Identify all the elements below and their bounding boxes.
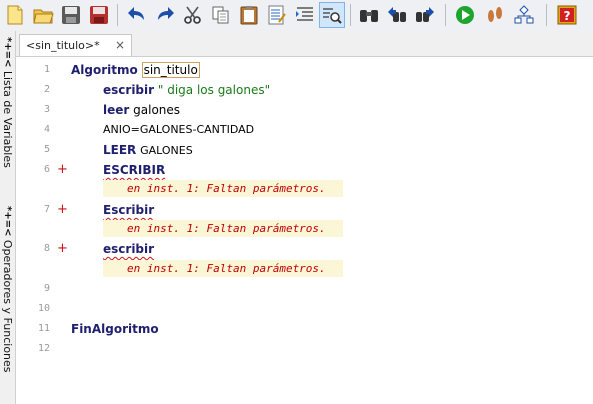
line-number: 11 xyxy=(37,323,50,334)
run-button[interactable] xyxy=(452,2,478,28)
toolbar-separator xyxy=(350,4,351,26)
find-button[interactable] xyxy=(319,2,345,28)
close-icon[interactable]: × xyxy=(115,38,125,52)
toolbar-separator xyxy=(117,4,118,26)
side-panel-strip: *+=< Lista de Variables *+=< Operadores … xyxy=(0,31,16,404)
keyword: leer xyxy=(103,103,130,117)
code-line: FinAlgoritmo xyxy=(71,321,159,337)
find-next-icon xyxy=(416,7,434,22)
code-line: ANIO=GALONES-CANTIDAD xyxy=(103,123,255,136)
undo-icon xyxy=(128,7,144,20)
copy-button[interactable] xyxy=(208,2,234,28)
indent-button[interactable] xyxy=(292,2,318,28)
run-icon xyxy=(456,6,474,24)
find-previous-icon xyxy=(388,7,406,22)
edit-list-icon xyxy=(268,5,286,25)
algorithm-name: sin_titulo xyxy=(141,62,200,78)
line-number: 6 xyxy=(43,164,50,175)
cut-button[interactable] xyxy=(180,2,206,28)
code-line: Algoritmo sin_titulo xyxy=(71,62,200,78)
code-editor[interactable]: 1 2 3 4 5 6 7 8 9 10 11 12 + + + Algorit… xyxy=(16,57,593,404)
variables-tab-label: Lista de Variables xyxy=(1,70,14,168)
paste-button[interactable] xyxy=(236,2,262,28)
line-number: 3 xyxy=(43,104,50,115)
line-number: 4 xyxy=(43,124,50,135)
code-line: leer galones xyxy=(103,102,180,118)
keyword: FinAlgoritmo xyxy=(71,322,159,336)
save-icon xyxy=(62,6,80,24)
operators-panel-tab[interactable]: *+=< Operadores y Funciones xyxy=(0,206,15,404)
keyword: escribir xyxy=(103,83,155,97)
save-as-icon xyxy=(90,6,108,24)
error-marker-icon[interactable]: + xyxy=(57,163,68,177)
string-literal: " diga los galones" xyxy=(157,83,271,97)
edit-list-button[interactable] xyxy=(264,2,290,28)
line-number: 8 xyxy=(43,243,50,254)
operators-tab-symbol: *+=< xyxy=(2,206,13,237)
find-next-button[interactable] xyxy=(412,2,438,28)
open-folder-icon xyxy=(33,9,54,24)
copy-icon xyxy=(212,6,229,24)
save-as-button[interactable] xyxy=(86,2,112,28)
keyword-with-error: escribir xyxy=(103,242,155,256)
undo-button[interactable] xyxy=(124,2,150,28)
step-button[interactable] xyxy=(482,2,508,28)
line-number: 10 xyxy=(37,303,50,314)
identifier: galones xyxy=(133,103,181,117)
flowchart-icon xyxy=(514,5,534,24)
line-number: 5 xyxy=(43,144,50,155)
keyword-with-error: Escribir xyxy=(103,203,155,217)
document-tabbar: <sin_titulo>* × xyxy=(16,31,593,57)
error-marker-icon[interactable]: + xyxy=(57,242,68,256)
save-button[interactable] xyxy=(58,2,84,28)
error-annotation: en inst. 1: Faltan parámetros. xyxy=(103,180,343,197)
help-button[interactable]: ? xyxy=(554,2,580,28)
line-number: 1 xyxy=(43,64,50,75)
variables-tab-symbol: *+=< xyxy=(2,37,13,68)
identifier: GALONES xyxy=(140,144,193,157)
line-number: 2 xyxy=(43,84,50,95)
svg-text:?: ? xyxy=(564,9,571,23)
find-previous-button[interactable] xyxy=(384,2,410,28)
line-number: 7 xyxy=(43,204,50,215)
find-binoculars-button[interactable] xyxy=(356,2,382,28)
tab-title: <sin_titulo>* xyxy=(26,39,100,52)
keyword: LEER xyxy=(103,143,137,157)
main-toolbar: ? xyxy=(0,0,593,31)
code-line: ESCRIBIR xyxy=(103,162,165,178)
line-number-gutter: 1 2 3 4 5 6 7 8 9 10 11 12 xyxy=(16,57,56,404)
flowchart-button[interactable] xyxy=(511,2,537,28)
tab-sin-titulo[interactable]: <sin_titulo>* × xyxy=(19,34,132,56)
error-annotation: en inst. 1: Faltan parámetros. xyxy=(103,220,343,237)
error-annotation: en inst. 1: Faltan parámetros. xyxy=(103,260,343,277)
open-button[interactable] xyxy=(30,2,56,28)
step-icon xyxy=(488,7,502,22)
line-number: 9 xyxy=(43,283,50,294)
error-marker-icon[interactable]: + xyxy=(57,203,68,217)
variables-panel-tab[interactable]: *+=< Lista de Variables xyxy=(0,37,15,197)
cut-icon xyxy=(184,6,201,24)
code-line: LEER GALONES xyxy=(103,142,193,159)
paste-icon xyxy=(240,6,258,25)
redo-icon xyxy=(158,7,174,20)
line-number: 12 xyxy=(37,343,50,354)
redo-button[interactable] xyxy=(152,2,178,28)
binoculars-icon xyxy=(360,10,378,22)
find-icon xyxy=(323,8,342,24)
new-file-icon xyxy=(7,5,23,25)
code-line: Escribir xyxy=(103,202,154,218)
keyword-with-error: ESCRIBIR xyxy=(103,163,166,177)
code-line: escribir " diga los galones" xyxy=(103,82,270,98)
help-icon: ? xyxy=(557,5,577,25)
keyword: Algoritmo xyxy=(71,63,138,77)
indent-icon xyxy=(296,7,313,21)
operators-tab-label: Operadores y Funciones xyxy=(1,239,14,373)
code-line: escribir xyxy=(103,241,154,257)
toolbar-separator xyxy=(445,4,446,26)
toolbar-separator xyxy=(546,4,547,26)
new-file-button[interactable] xyxy=(2,2,28,28)
